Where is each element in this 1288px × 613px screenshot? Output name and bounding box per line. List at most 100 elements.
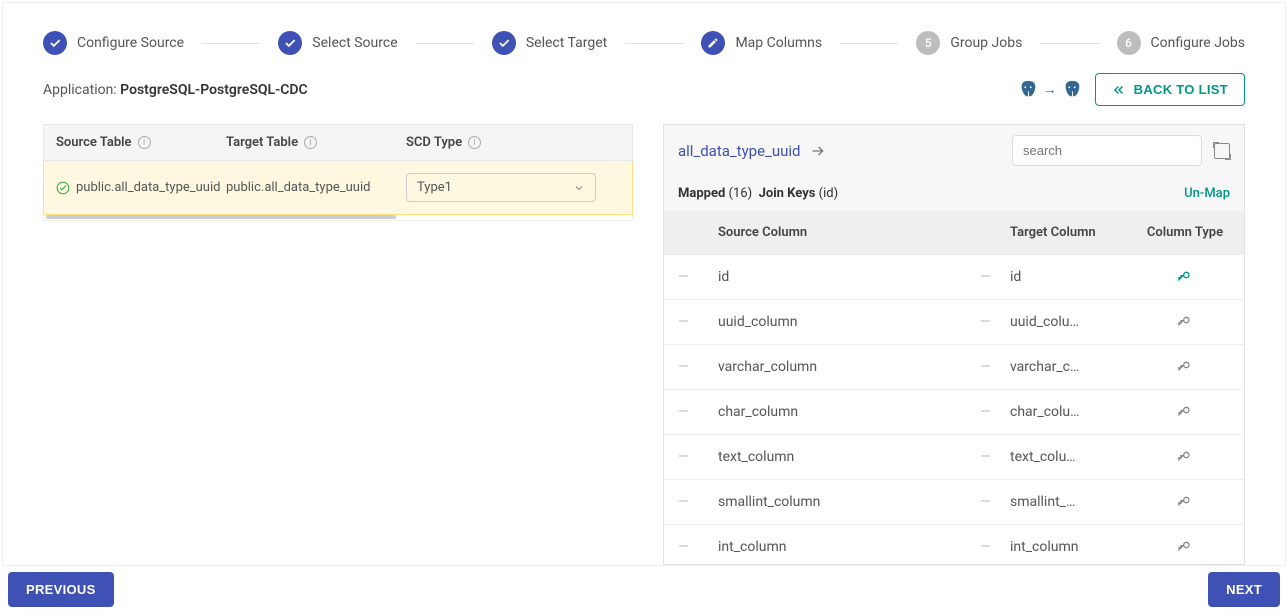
step-label: Select Target [526, 35, 607, 51]
application-name: PostgreSQL-PostgreSQL-CDC [120, 82, 307, 98]
step-label: Configure Jobs [1151, 35, 1245, 51]
target-column-name: varchar_c… [1010, 359, 1140, 375]
step-label: Configure Source [77, 35, 184, 51]
step-group-jobs[interactable]: 5 Group Jobs [916, 31, 1022, 55]
step-select-target[interactable]: Select Target [492, 31, 607, 55]
target-column-name: smallint_… [1010, 494, 1140, 510]
column-mapping-row[interactable]: —text_column—text_colu… [664, 434, 1244, 479]
next-button[interactable]: NEXT [1208, 572, 1280, 607]
column-mapping-panel: all_data_type_uuid Mapped (16) Join Keys… [663, 124, 1245, 565]
drag-handle-icon[interactable]: — [678, 494, 687, 510]
header-target-table: Target Tablei [226, 135, 406, 150]
drag-handle-icon[interactable]: — [678, 449, 687, 465]
step-select-source[interactable]: Select Source [278, 31, 397, 55]
target-column-name: int_column [1010, 539, 1140, 555]
drag-handle-icon[interactable]: — [678, 404, 687, 420]
source-column-name: uuid_column [718, 314, 980, 330]
scd-type-select[interactable]: Type1 [406, 173, 596, 202]
target-table-name: public.all_data_type_uuid [226, 180, 370, 195]
drag-handle-icon[interactable]: — [980, 269, 989, 285]
step-connector [840, 43, 898, 44]
drag-handle-icon[interactable]: — [678, 359, 687, 375]
step-configure-source[interactable]: Configure Source [43, 31, 184, 55]
pencil-icon [701, 31, 725, 55]
key-icon[interactable] [1177, 537, 1193, 557]
source-column-name: varchar_column [718, 359, 980, 375]
drag-handle-icon[interactable]: — [678, 269, 687, 285]
step-connector [416, 43, 474, 44]
source-table-name: public.all_data_type_uuid [76, 180, 220, 195]
header-source-table: Source Tablei [56, 135, 226, 150]
step-connector [1040, 43, 1098, 44]
source-column-name: id [718, 269, 980, 285]
target-column-name: id [1010, 269, 1140, 285]
check-circle-icon [56, 181, 70, 195]
column-mapping-row[interactable]: —uuid_column—uuid_colu… [664, 299, 1244, 344]
column-mapping-row[interactable]: —int_column—int_column [664, 524, 1244, 564]
step-number-icon: 5 [916, 31, 940, 55]
step-connector [625, 43, 683, 44]
target-column-name: text_colu… [1010, 449, 1140, 465]
arrow-right-icon: → [1043, 81, 1057, 98]
unmap-link[interactable]: Un-Map [1184, 186, 1230, 201]
header-scd-type: SCD Typei [406, 135, 620, 150]
fullscreen-icon[interactable] [1214, 143, 1230, 159]
column-mapping-row[interactable]: —id—id [664, 254, 1244, 299]
search-input[interactable] [1012, 135, 1202, 166]
column-mapping-row[interactable]: —varchar_column—varchar_c… [664, 344, 1244, 389]
step-number-icon: 6 [1117, 31, 1141, 55]
postgres-target-icon [1061, 79, 1083, 101]
target-column-name: char_colu… [1010, 404, 1140, 420]
db-connection-icons: → [1017, 79, 1083, 101]
key-icon[interactable] [1177, 357, 1193, 377]
header-source-column: Source Column [718, 225, 980, 240]
horizontal-scrollbar[interactable] [43, 215, 633, 221]
column-mapping-row[interactable]: —char_column—char_colu… [664, 389, 1244, 434]
column-mapping-row[interactable]: —smallint_column—smallint_… [664, 479, 1244, 524]
step-configure-jobs[interactable]: 6 Configure Jobs [1117, 31, 1245, 55]
key-icon[interactable] [1177, 447, 1193, 467]
chevron-double-left-icon [1112, 83, 1126, 97]
drag-handle-icon[interactable]: — [678, 539, 687, 555]
wizard-stepper: Configure Source Select Source Select Targ… [43, 3, 1245, 73]
drag-handle-icon[interactable]: — [980, 539, 989, 555]
drag-handle-icon[interactable]: — [980, 494, 989, 510]
source-column-name: int_column [718, 539, 980, 555]
arrow-right-icon [810, 143, 826, 159]
check-icon [278, 31, 302, 55]
key-icon[interactable] [1177, 402, 1193, 422]
source-column-name: smallint_column [718, 494, 980, 510]
drag-handle-icon[interactable]: — [980, 359, 989, 375]
previous-button[interactable]: PREVIOUS [8, 572, 114, 607]
drag-handle-icon[interactable]: — [980, 404, 989, 420]
step-map-columns[interactable]: Map Columns [701, 31, 822, 55]
postgres-source-icon [1017, 79, 1039, 101]
info-icon[interactable]: i [468, 136, 481, 149]
mapping-title[interactable]: all_data_type_uuid [678, 142, 826, 160]
target-column-name: uuid_colu… [1010, 314, 1140, 330]
table-mapping-panel: Source Tablei Target Tablei SCD Typei pu… [43, 124, 633, 565]
key-icon[interactable] [1177, 312, 1193, 332]
check-icon [43, 31, 67, 55]
source-column-name: char_column [718, 404, 980, 420]
back-to-list-button[interactable]: BACK TO LIST [1095, 73, 1245, 106]
application-label: Application: PostgreSQL-PostgreSQL-CDC [43, 82, 308, 98]
key-icon[interactable] [1177, 492, 1193, 512]
key-icon[interactable] [1177, 267, 1193, 287]
step-connector [202, 43, 260, 44]
drag-handle-icon[interactable]: — [678, 314, 687, 330]
table-row[interactable]: public.all_data_type_uuid public.all_data… [43, 161, 633, 215]
chevron-down-icon [573, 182, 585, 194]
source-column-name: text_column [718, 449, 980, 465]
header-column-type: Column Type [1140, 225, 1230, 240]
step-label: Map Columns [735, 35, 822, 51]
header-target-column: Target Column [1010, 225, 1140, 240]
drag-handle-icon[interactable]: — [980, 314, 989, 330]
info-icon[interactable]: i [138, 136, 151, 149]
info-icon[interactable]: i [304, 136, 317, 149]
drag-handle-icon[interactable]: — [980, 449, 989, 465]
step-label: Group Jobs [950, 35, 1022, 51]
mapping-summary: Mapped (16) Join Keys (id) [678, 186, 838, 201]
step-label: Select Source [312, 35, 397, 51]
check-icon [492, 31, 516, 55]
